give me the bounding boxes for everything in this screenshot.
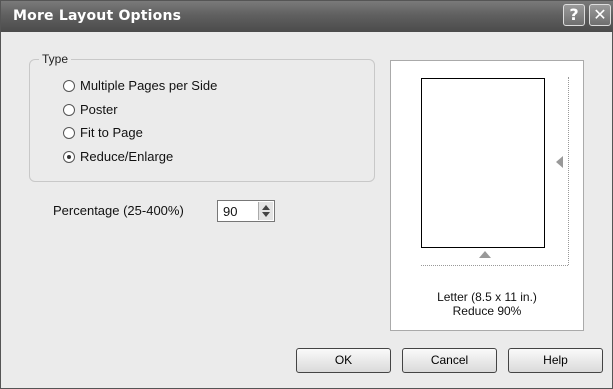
- radio-icon: [63, 126, 75, 139]
- margin-guide-bottom: [421, 265, 568, 266]
- radio-reduce-enlarge[interactable]: Reduce/Enlarge: [63, 149, 173, 164]
- radio-icon: [63, 103, 75, 116]
- radio-label: Fit to Page: [80, 125, 143, 140]
- arrow-up-icon: [479, 251, 491, 258]
- radio-label: Reduce/Enlarge: [80, 149, 174, 164]
- chevron-down-icon[interactable]: [262, 212, 270, 217]
- close-icon[interactable]: ✕: [589, 4, 611, 26]
- paper-preview: [421, 78, 545, 248]
- margin-guide-right: [568, 77, 569, 265]
- paper-size-label: Letter (8.5 x 11 in.): [437, 290, 537, 304]
- radio-poster[interactable]: Poster: [63, 102, 118, 117]
- radio-label: Multiple Pages per Side: [80, 78, 218, 93]
- reduce-status-label: Reduce 90%: [452, 304, 522, 318]
- arrow-left-icon: [556, 156, 563, 168]
- percentage-label: Percentage (25-400%): [53, 203, 184, 218]
- title-bar: More Layout Options ? ✕: [1, 1, 613, 32]
- more-layout-options-dialog: More Layout Options ? ✕ Type Multiple Pa…: [0, 0, 613, 389]
- chevron-up-icon[interactable]: [262, 205, 270, 210]
- radio-selected-icon: [63, 150, 75, 163]
- type-legend: Type: [39, 52, 72, 66]
- help-button[interactable]: Help: [508, 348, 603, 373]
- radio-fit-to-page[interactable]: Fit to Page: [63, 125, 143, 140]
- radio-icon: [63, 79, 75, 92]
- percentage-spinner[interactable]: [258, 202, 273, 220]
- ok-button[interactable]: OK: [296, 348, 391, 373]
- window-title: More Layout Options: [13, 8, 182, 24]
- percentage-value: 90: [223, 204, 238, 219]
- radio-label: Poster: [80, 102, 118, 117]
- percentage-input[interactable]: 90: [217, 200, 275, 222]
- cancel-button[interactable]: Cancel: [402, 348, 497, 373]
- radio-multiple-pages[interactable]: Multiple Pages per Side: [63, 78, 217, 93]
- help-icon[interactable]: ?: [563, 4, 585, 26]
